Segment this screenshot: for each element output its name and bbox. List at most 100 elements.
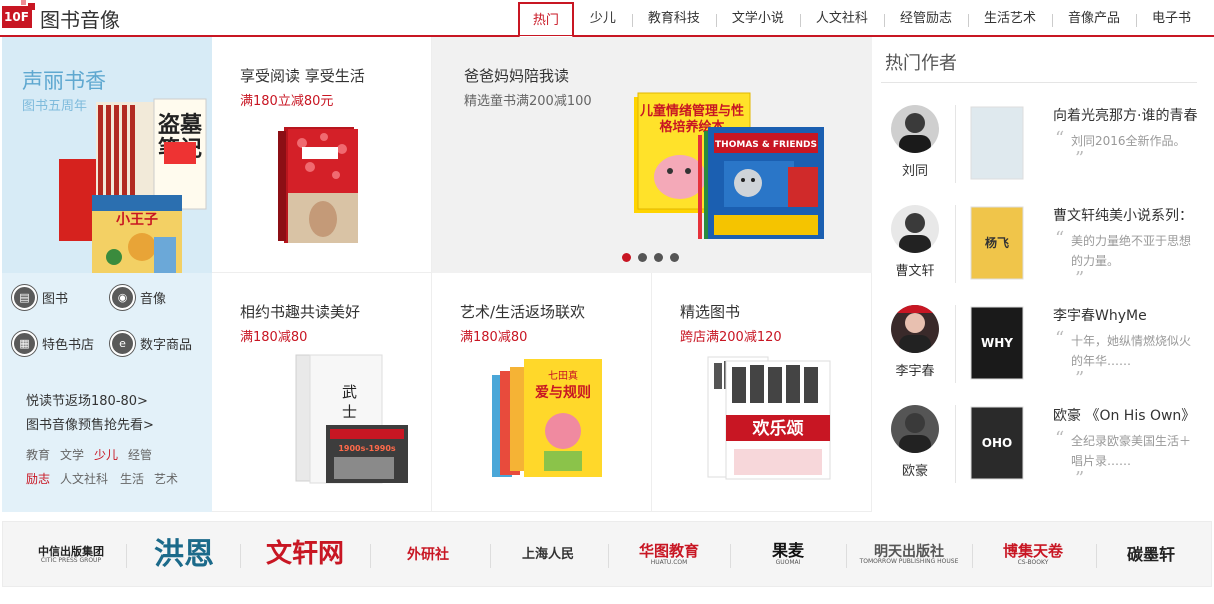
author-name[interactable]: 欧豪 xyxy=(891,460,939,479)
publisher-logo-text: 上海人民 xyxy=(521,547,574,563)
publisher-logo[interactable]: 碳墨轩 xyxy=(1099,522,1203,588)
promo-cell-book-fun[interactable]: 相约书趣共读美好 满180减80 武士 1900s-1990s xyxy=(212,273,432,512)
hero-books-image: 盗墓笔记 小王子 xyxy=(59,98,207,273)
cell-title: 艺术/生活返场联欢 xyxy=(460,303,586,321)
tab-item-8[interactable]: 电子书 xyxy=(1135,2,1207,37)
carousel-dot[interactable] xyxy=(638,253,647,262)
author-quote: “刘同2016全新作品。” xyxy=(1055,128,1186,169)
carousel-dot[interactable] xyxy=(654,253,663,262)
tab-hot[interactable]: 热门 xyxy=(517,2,574,39)
carousel-banner[interactable]: 爸爸妈妈陪我读 精选童书满200减100 儿童情绪管理与性格培养绘本 THOMA… xyxy=(432,37,872,273)
category-audio-video[interactable]: ◉ 音像 xyxy=(110,285,166,310)
publisher-logo-text: 洪恩 xyxy=(154,537,214,573)
author-book-cover[interactable] xyxy=(967,105,1029,181)
carousel-dot[interactable] xyxy=(622,253,631,262)
keyword-link[interactable]: 生活 xyxy=(120,470,144,487)
author-avatar[interactable] xyxy=(891,405,939,453)
keyword-link[interactable]: 人文社科 xyxy=(60,470,108,487)
publisher-logo-text: 华图教育 xyxy=(638,541,699,560)
cell-subtitle: 跨店满200减120 xyxy=(680,330,782,345)
author-name[interactable]: 李宇春 xyxy=(891,360,939,379)
author-book-cover[interactable]: OHO xyxy=(967,405,1029,481)
keyword-link[interactable]: 艺术 xyxy=(154,470,178,487)
floor-header: 10F 图书音像 热门 少儿 教育科技 文学小说 人文社科 经管励志 生活艺术 音像产品 电子书 xyxy=(0,0,1214,39)
author-book-title[interactable]: 向着光亮那方·谁的青春 xyxy=(1053,105,1197,125)
author-name[interactable]: 刘同 xyxy=(891,160,939,179)
promo-cell-reading[interactable]: 享受阅读 享受生活 满180立减80元 xyxy=(212,37,432,273)
carousel-subtitle: 精选童书满200减100 xyxy=(464,94,592,109)
cell-book-image xyxy=(278,127,358,243)
left-promo-column: 声丽书香 图书五周年 盗墓笔记 小王子 ▤ 图书 xyxy=(2,37,212,512)
carousel-title: 爸爸妈妈陪我读 xyxy=(464,67,570,85)
category-books[interactable]: ▤ 图书 xyxy=(12,285,68,310)
publisher-logo-text: 文轩网 xyxy=(265,539,344,570)
publisher-logo[interactable]: 明天出版社 TOMORROW PUBLISHING HOUSE xyxy=(849,522,969,588)
author-book-title[interactable]: 欧豪 《On His Own》 xyxy=(1053,405,1195,425)
category-label: 音像 xyxy=(140,292,167,307)
author-avatar[interactable] xyxy=(891,305,939,353)
digital-icon: e xyxy=(110,331,135,356)
tab-item-7[interactable]: 音像产品 xyxy=(1051,2,1136,37)
publisher-logo[interactable]: 文轩网 xyxy=(243,522,367,588)
publisher-logo[interactable]: 华图教育 HUATU.COM xyxy=(611,522,727,588)
category-label: 特色书店 xyxy=(42,338,95,353)
hot-authors-panel: 热门作者 刘同 向着光亮那方·谁的青春 “刘同2016全新作品。” 曹文轩 杨飞 曹文轩纯… xyxy=(873,37,1212,512)
tab-item-6[interactable]: 生活艺术 xyxy=(967,2,1052,37)
floor-title: 图书音像 xyxy=(40,8,120,32)
floor-badge: 10F xyxy=(2,0,35,28)
love-rules-title: 爱与规则 xyxy=(535,384,591,401)
author-avatar[interactable] xyxy=(891,205,939,253)
cell-title: 享受阅读 享受生活 xyxy=(240,67,365,85)
keyword-link[interactable]: 经管 xyxy=(128,446,152,463)
tab-item-2[interactable]: 教育科技 xyxy=(631,2,716,37)
left-hero-banner[interactable]: 声丽书香 图书五周年 盗墓笔记 小王子 xyxy=(2,37,212,273)
publisher-logo[interactable]: 外研社 xyxy=(373,522,483,588)
author-book-title[interactable]: 曹文轩纯美小说系列： xyxy=(1053,205,1193,225)
publisher-logo[interactable]: 博集天卷 CS-BOOKY xyxy=(975,522,1091,588)
cell-title: 相约书趣共读美好 xyxy=(240,303,361,321)
keyword-link[interactable]: 文学 xyxy=(60,446,84,463)
author-book-cover[interactable]: 杨飞 xyxy=(967,205,1029,281)
author-name[interactable]: 曹文轩 xyxy=(891,260,939,279)
category-digital[interactable]: e 数字商品 xyxy=(110,331,192,356)
author-book-cover[interactable]: WHY xyxy=(967,305,1029,381)
publisher-logo[interactable]: 果麦 GUOMAI xyxy=(733,522,843,588)
author-row[interactable]: 李宇春 WHY 李宇春WhyMe “十年，她纵情燃烧似火的年华……” xyxy=(873,305,1212,405)
tab-item-5[interactable]: 经管励志 xyxy=(883,2,968,37)
cell-book-image: 武士 1900s-1990s xyxy=(295,354,408,484)
publisher-logo-text: 中信出版集团 xyxy=(38,545,104,559)
keyword-link[interactable]: 少儿 xyxy=(94,446,118,463)
author-row[interactable]: 曹文轩 杨飞 曹文轩纯美小说系列： “美的力量绝不亚于思想的力量。” xyxy=(873,205,1212,305)
publisher-logo-subtext: CITIC PRESS GROUP xyxy=(40,556,102,564)
love-rules-top: 七田真 xyxy=(548,369,578,382)
author-row[interactable]: 刘同 向着光亮那方·谁的青春 “刘同2016全新作品。” xyxy=(873,105,1212,205)
author-avatar[interactable] xyxy=(891,105,939,153)
promo-link-1[interactable]: 悦读节返场180-80> xyxy=(26,390,148,409)
promo-cell-selected[interactable]: 精选图书 跨店满200减120 欢乐颂 欢乐颂 xyxy=(652,273,872,512)
publisher-logo-text: 博集天卷 xyxy=(1002,541,1063,560)
tab-item-4[interactable]: 人文社科 xyxy=(799,2,884,37)
category-featured-stores[interactable]: ▦ 特色书店 xyxy=(12,331,94,356)
carousel-dot[interactable] xyxy=(670,253,679,262)
author-book-title[interactable]: 李宇春WhyMe xyxy=(1053,305,1147,325)
publisher-logo-subtext: HUATU.COM xyxy=(650,558,688,566)
tab-item-1[interactable]: 少儿 xyxy=(574,2,632,37)
keyword-link[interactable]: 励志 xyxy=(26,470,50,487)
author-cover-text: 杨飞 xyxy=(985,235,1009,250)
disc-icon: ◉ xyxy=(110,285,135,310)
publisher-logo[interactable]: 洪恩 xyxy=(129,522,239,588)
publisher-logo[interactable]: 中信出版集团 CITIC PRESS GROUP xyxy=(15,522,127,588)
publisher-logo-text: 碳墨轩 xyxy=(1126,544,1175,564)
publisher-logo-subtext: TOMORROW PUBLISHING HOUSE xyxy=(859,558,959,566)
keyword-link[interactable]: 教育 xyxy=(26,446,50,463)
book-icon: ▤ xyxy=(12,285,37,310)
tab-item-3[interactable]: 文学小说 xyxy=(715,2,800,37)
cell-book-image: 七田真 爱与规则 xyxy=(492,359,602,477)
promo-cell-art-life[interactable]: 艺术/生活返场联欢 满180减80 七田真 爱与规则 xyxy=(432,273,652,512)
carousel-book-2-text: THOMAS & FRIENDS xyxy=(715,140,817,150)
author-row[interactable]: 欧豪 OHO 欧豪 《On His Own》 “全纪录欧豪美国生活＋唱片录……” xyxy=(873,405,1212,505)
huanle-title: 欢乐颂 xyxy=(752,418,804,439)
author-cover-text: WHY xyxy=(981,336,1013,350)
promo-link-2[interactable]: 图书音像预售抢先看> xyxy=(26,414,154,433)
publisher-logo[interactable]: 上海人民 xyxy=(493,522,603,588)
